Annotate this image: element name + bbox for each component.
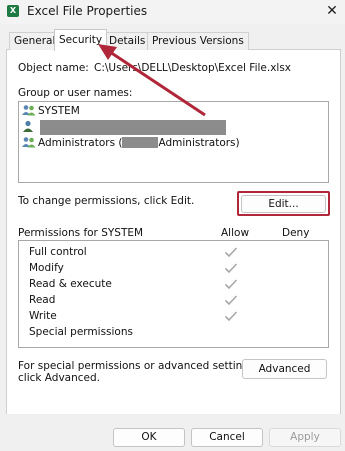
allow-check-icon [224, 263, 238, 274]
apply-button[interactable]: Apply [269, 428, 341, 447]
permission-name: Full control [29, 246, 87, 258]
permission-row: Read & execute [29, 276, 112, 292]
allow-check-icon [224, 311, 238, 322]
user-name: Administrators ( [38, 137, 123, 149]
deny-header: Deny [282, 227, 310, 239]
permission-name: Read & execute [29, 278, 112, 290]
user-name-suffix: Administrators) [158, 137, 240, 149]
permission-row: Write [29, 308, 57, 324]
close-icon[interactable]: ✕ [322, 2, 342, 20]
user-group-icon [22, 105, 36, 116]
redacted-username [40, 120, 226, 135]
annotation-highlight-box [237, 191, 330, 216]
advanced-button[interactable]: Advanced [242, 359, 327, 379]
title-bar: X Excel File Properties ✕ [0, 0, 345, 24]
excel-app-icon: X [7, 5, 19, 17]
ok-button[interactable]: OK [113, 428, 185, 447]
window-title: Excel File Properties [27, 4, 148, 18]
user-group-icon [22, 137, 36, 148]
change-permissions-text: To change permissions, click Edit. [18, 195, 195, 207]
permission-row: Full control [29, 244, 87, 260]
group-user-names-label: Group or user names: [18, 87, 133, 99]
cancel-button[interactable]: Cancel [191, 428, 263, 447]
permission-row: Read [29, 292, 55, 308]
user-item-administrators[interactable]: Administrators ( Administrators) [22, 136, 240, 151]
permission-row: Modify [29, 260, 64, 276]
tab-details[interactable]: Details [104, 32, 151, 50]
advanced-help-text-line1: For special permissions or advanced sett… [18, 360, 258, 372]
allow-header: Allow [221, 227, 250, 239]
allow-check-icon [224, 279, 238, 290]
redacted-machine-name [122, 136, 159, 148]
allow-check-icon [224, 247, 238, 258]
permission-name: Modify [29, 262, 64, 274]
object-name-value: C:\Users\DELL\Desktop\Excel File.xlsx [94, 62, 292, 74]
user-item-redacted[interactable] [22, 120, 232, 135]
permission-name: Special permissions [29, 326, 133, 338]
user-item-system[interactable]: SYSTEM [22, 104, 80, 119]
object-name-label: Object name: [18, 62, 89, 74]
tab-security[interactable]: Security [54, 29, 108, 51]
permissions-for-label: Permissions for SYSTEM [18, 227, 144, 239]
permission-name: Read [29, 294, 56, 306]
permission-name: Write [29, 310, 57, 322]
user-icon [23, 120, 33, 132]
advanced-help-text-line2: click Advanced. [18, 372, 101, 384]
user-name: SYSTEM [38, 105, 80, 117]
allow-check-icon [224, 295, 238, 306]
tab-previous-versions[interactable]: Previous Versions [147, 32, 249, 50]
permission-row: Special permissions [29, 324, 133, 340]
tab-general[interactable]: General [9, 32, 61, 50]
